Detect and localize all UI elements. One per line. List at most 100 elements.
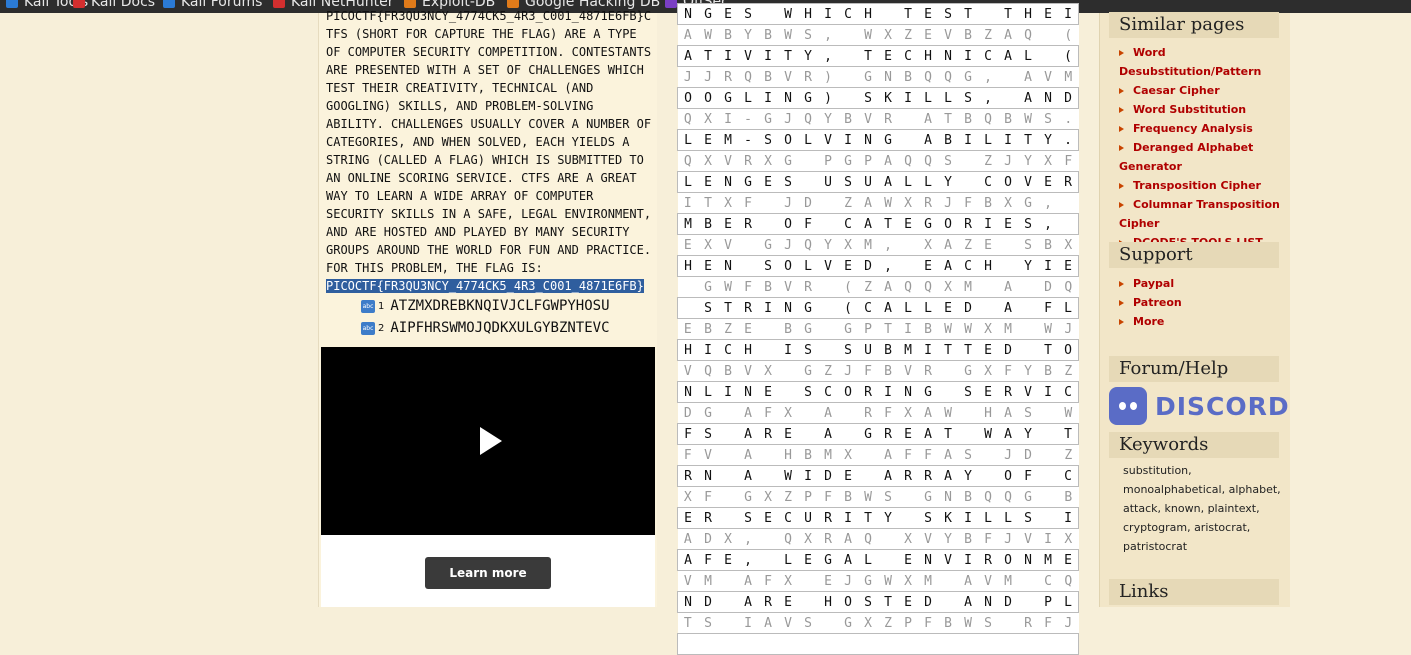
keyword[interactable]: cryptogram, (1123, 521, 1194, 534)
grid-cell: A (878, 276, 898, 298)
grid-cell: S (958, 87, 978, 109)
grid-cell: N (1038, 87, 1058, 109)
grid-cell: X (918, 234, 938, 256)
grid-cell: D (1018, 444, 1038, 466)
grid-cell: B (958, 486, 978, 508)
similar-page-link[interactable]: Caesar Cipher (1119, 81, 1289, 100)
grid-cell: N (778, 297, 798, 319)
grid-cell: S (798, 24, 818, 46)
grid-cell: I (958, 45, 978, 67)
grid-cell: A (677, 45, 698, 67)
grid-cell: G (798, 87, 818, 109)
bookmark-item[interactable]: Kali Docs (73, 0, 155, 10)
grid-cell: F (677, 444, 698, 466)
grid-cell: B (838, 486, 858, 508)
ciphertext-row: VM AFX EJGWXM AVM CQ (677, 570, 1079, 592)
similar-page-link[interactable]: Word Desubstitution/Pattern (1119, 43, 1289, 81)
result-item[interactable]: abc 2 AIPFHRSWMOJQDKXULGYBZNTEVC (361, 320, 610, 336)
grid-cell: S (938, 150, 958, 172)
support-link[interactable]: Paypal (1119, 274, 1289, 293)
grid-cell: V (938, 24, 958, 46)
keyword[interactable]: patristocrat (1123, 540, 1187, 553)
ciphertext-row: GWFBVR (Z A Q Q X M A DQ (677, 276, 1079, 298)
grid-cell: T (938, 108, 958, 130)
grid-cell: V (918, 528, 938, 550)
keyword[interactable]: known, (1165, 502, 1208, 515)
grid-cell (898, 633, 918, 655)
grid-cell: A (878, 171, 898, 193)
plaintext-line: OF COMPUTER SECURITY COMPETITION. CONTES… (326, 45, 652, 59)
keyword[interactable]: attack, (1123, 502, 1165, 515)
grid-cell: A (738, 402, 758, 424)
grid-cell: G (798, 318, 818, 340)
bookmark-item[interactable]: Kali Forums (163, 0, 262, 10)
grid-cell: G (1018, 486, 1038, 508)
grid-cell (778, 633, 798, 655)
keyword[interactable]: plaintext, (1208, 502, 1260, 515)
keyword[interactable]: monoalphabetical, (1123, 483, 1229, 496)
grid-cell: U (798, 507, 818, 529)
grid-cell: I (838, 129, 858, 151)
grid-cell: N (677, 591, 698, 613)
discord-link[interactable]: DISCORD (1109, 387, 1290, 425)
result-item[interactable]: abc 1 ATZMXDREBKNQIVJCLFGWPYHOSU (361, 298, 610, 314)
grid-cell: I (958, 549, 978, 571)
support-link[interactable]: More (1119, 312, 1289, 331)
grid-cell (1018, 633, 1038, 655)
grid-cell: C (1058, 465, 1079, 487)
grid-cell: I (738, 612, 758, 634)
similar-page-link[interactable]: Word Substitution (1119, 100, 1289, 119)
result-key[interactable]: ATZMXDREBKNQIVJCLFGWPYHOSU (390, 298, 609, 314)
grid-cell: A (878, 150, 898, 172)
grid-cell: N (738, 381, 758, 403)
video-ad[interactable] (321, 347, 655, 535)
grid-cell: X (898, 570, 918, 592)
grid-cell: . (1058, 129, 1079, 151)
grid-cell: Z (778, 486, 798, 508)
keyword[interactable]: aristocrat, (1194, 521, 1250, 534)
grid-cell: R (1058, 171, 1079, 193)
grid-cell: C (1038, 570, 1058, 592)
grid-cell: W (778, 24, 798, 46)
grid-cell: I (878, 381, 898, 403)
grid-cell: D (698, 528, 718, 550)
bullet-icon (1119, 319, 1124, 325)
grid-cell: A (998, 297, 1018, 319)
grid-cell: X (898, 192, 918, 214)
grid-cell (1038, 486, 1058, 508)
result-key[interactable]: AIPFHRSWMOJQDKXULGYBZNTEVC (390, 320, 609, 336)
grid-cell (938, 381, 958, 403)
grid-cell: L (918, 87, 938, 109)
support-link[interactable]: Patreon (1119, 293, 1289, 312)
ciphertext-row: VQBVX GZJFBVR GXFYBZ (677, 360, 1079, 382)
grid-cell: Q (698, 360, 718, 382)
grid-cell: S (698, 423, 718, 445)
grid-cell (677, 297, 698, 319)
grid-cell: C (718, 339, 738, 361)
grid-cell: Q (918, 66, 938, 88)
grid-cell: R (878, 423, 898, 445)
grid-cell: O (838, 381, 858, 403)
keyword[interactable]: substitution, (1123, 464, 1192, 477)
grid-cell: X (978, 360, 998, 382)
grid-cell: B (758, 66, 778, 88)
grid-cell: B (1038, 360, 1058, 382)
learn-more-button[interactable]: Learn more (425, 557, 551, 589)
grid-cell: Q (898, 276, 918, 298)
keyword[interactable]: alphabet, (1229, 483, 1281, 496)
grid-cell: G (818, 549, 838, 571)
grid-cell: E (978, 234, 998, 256)
similar-page-link[interactable]: Transposition Cipher (1119, 176, 1289, 195)
grid-cell: S (938, 3, 958, 25)
grid-cell: I (958, 129, 978, 151)
grid-cell: L (918, 297, 938, 319)
grid-cell: I (798, 465, 818, 487)
similar-page-link[interactable]: Frequency Analysis (1119, 119, 1289, 138)
grid-cell: X (838, 234, 858, 256)
selected-flag[interactable]: PICOCTF{FR3QU3NCY_4774CK5_4R3_C001_4871E… (326, 279, 644, 293)
grid-cell (758, 549, 778, 571)
play-icon[interactable] (480, 427, 502, 455)
grid-cell: R (918, 465, 938, 487)
similar-page-link[interactable]: Columnar Transposition Cipher (1119, 195, 1289, 233)
similar-page-link[interactable]: Deranged Alphabet Generator (1119, 138, 1289, 176)
